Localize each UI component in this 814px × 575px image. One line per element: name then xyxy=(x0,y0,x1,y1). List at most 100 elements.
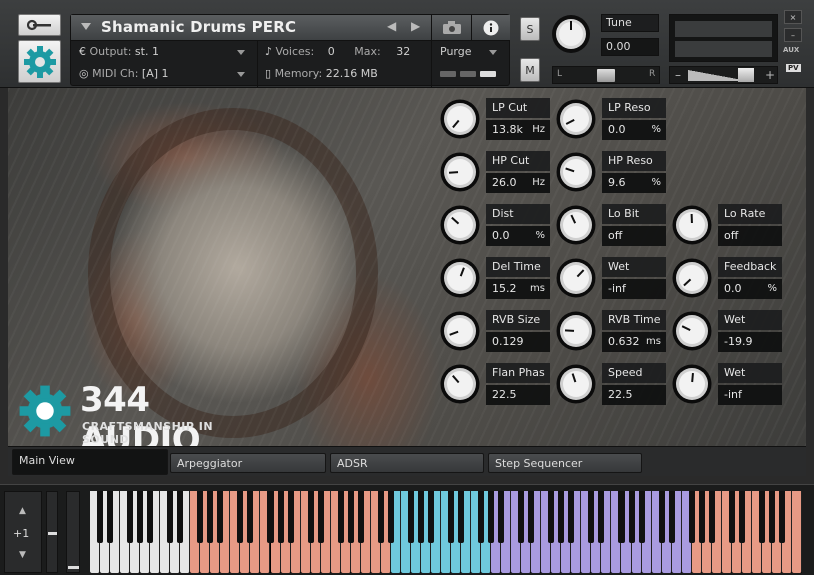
black-key[interactable] xyxy=(518,491,525,543)
octave-up-icon[interactable]: ▲ xyxy=(19,506,26,516)
black-key[interactable] xyxy=(407,491,414,543)
black-key[interactable] xyxy=(498,491,505,543)
black-key[interactable] xyxy=(337,491,344,543)
param-value-field[interactable]: 13.8k Hz xyxy=(486,120,550,140)
param-knob[interactable] xyxy=(556,258,596,298)
black-key[interactable] xyxy=(668,491,675,543)
volume-slider[interactable]: – + xyxy=(669,66,778,84)
black-key[interactable] xyxy=(167,491,174,543)
black-key[interactable] xyxy=(698,491,705,543)
param-knob[interactable] xyxy=(556,364,596,404)
param-value-field[interactable]: off xyxy=(718,226,782,246)
black-key[interactable] xyxy=(267,491,274,543)
black-key[interactable] xyxy=(417,491,424,543)
midi-dropdown-icon[interactable] xyxy=(237,72,245,77)
close-instrument-button[interactable]: × xyxy=(784,10,802,24)
black-key[interactable] xyxy=(207,491,214,543)
param-knob[interactable] xyxy=(440,152,480,192)
tab-main-view[interactable]: Main View xyxy=(12,449,168,475)
tab-step-sequencer[interactable]: Step Sequencer xyxy=(488,453,642,473)
volume-plus-icon[interactable]: + xyxy=(765,68,775,82)
pan-slider-handle[interactable] xyxy=(597,69,615,82)
instrument-options-button[interactable] xyxy=(18,14,61,36)
black-key[interactable] xyxy=(237,491,244,543)
param-knob[interactable] xyxy=(556,205,596,245)
snapshot-button[interactable] xyxy=(431,15,471,41)
info-button[interactable] xyxy=(471,15,510,41)
black-key[interactable] xyxy=(708,491,715,543)
black-key[interactable] xyxy=(588,491,595,543)
black-key[interactable] xyxy=(347,491,354,543)
purge-dropdown-icon[interactable] xyxy=(489,50,497,55)
black-key[interactable] xyxy=(277,491,284,543)
black-key[interactable] xyxy=(548,491,555,543)
minimize-instrument-button[interactable]: – xyxy=(784,28,802,42)
black-key[interactable] xyxy=(448,491,455,543)
purge-menu[interactable]: Purge xyxy=(440,45,472,58)
mod-wheel[interactable] xyxy=(66,491,80,573)
param-value-field[interactable]: 26.0 Hz xyxy=(486,173,550,193)
black-key[interactable] xyxy=(147,491,154,543)
param-knob[interactable] xyxy=(672,311,712,351)
black-key[interactable] xyxy=(247,491,254,543)
param-knob[interactable] xyxy=(440,364,480,404)
param-value-field[interactable]: 0.0% xyxy=(718,279,782,299)
black-key[interactable] xyxy=(197,491,204,543)
black-key[interactable] xyxy=(738,491,745,543)
black-key[interactable] xyxy=(107,491,114,543)
output-selector[interactable]: € Output: st. 1 xyxy=(79,45,159,58)
black-key[interactable] xyxy=(688,491,695,543)
instrument-edit-button[interactable] xyxy=(18,40,61,83)
black-key[interactable] xyxy=(728,491,735,543)
param-value-field[interactable]: -19.9 xyxy=(718,332,782,352)
tab-adsr[interactable]: ADSR xyxy=(330,453,484,473)
param-value-field[interactable]: -inf xyxy=(718,385,782,405)
black-key[interactable] xyxy=(127,491,134,543)
param-value-field[interactable]: 22.5 xyxy=(602,385,666,405)
black-key[interactable] xyxy=(357,491,364,543)
black-key[interactable] xyxy=(618,491,625,543)
black-key[interactable] xyxy=(287,491,294,543)
tab-arpeggiator[interactable]: Arpeggiator xyxy=(170,453,326,473)
black-key[interactable] xyxy=(177,491,184,543)
volume-minus-icon[interactable]: – xyxy=(675,68,681,82)
param-knob[interactable] xyxy=(440,258,480,298)
param-knob[interactable] xyxy=(556,152,596,192)
param-value-field[interactable]: 0.0% xyxy=(486,226,550,246)
pv-button[interactable]: PV xyxy=(786,64,801,72)
black-key[interactable] xyxy=(97,491,104,543)
black-key[interactable] xyxy=(137,491,144,543)
black-key[interactable] xyxy=(478,491,485,543)
mute-button[interactable]: M xyxy=(520,58,540,82)
black-key[interactable] xyxy=(778,491,785,543)
black-key[interactable] xyxy=(528,491,535,543)
black-key[interactable] xyxy=(217,491,224,543)
param-value-field[interactable]: -inf xyxy=(602,279,666,299)
output-dropdown-icon[interactable] xyxy=(237,50,245,55)
black-key[interactable] xyxy=(307,491,314,543)
instrument-name-row[interactable]: Shamanic Drums PERC ◀ ▶ xyxy=(71,15,431,41)
param-knob[interactable] xyxy=(440,311,480,351)
param-knob[interactable] xyxy=(556,311,596,351)
black-key[interactable] xyxy=(628,491,635,543)
tune-knob[interactable] xyxy=(551,14,591,54)
black-key[interactable] xyxy=(658,491,665,543)
param-value-field[interactable]: 15.2 ms xyxy=(486,279,550,299)
param-value-field[interactable]: off xyxy=(602,226,666,246)
param-value-field[interactable]: 0.0% xyxy=(602,120,666,140)
prev-instrument-icon[interactable]: ◀ xyxy=(387,19,396,33)
instrument-menu-arrow-icon[interactable] xyxy=(81,23,91,30)
black-key[interactable] xyxy=(427,491,434,543)
black-key[interactable] xyxy=(568,491,575,543)
black-key[interactable] xyxy=(558,491,565,543)
black-key[interactable] xyxy=(387,491,394,543)
param-knob[interactable] xyxy=(672,258,712,298)
black-key[interactable] xyxy=(488,491,495,543)
param-value-field[interactable]: 9.6% xyxy=(602,173,666,193)
aux-button[interactable]: AUX xyxy=(783,46,799,54)
black-key[interactable] xyxy=(598,491,605,543)
black-key[interactable] xyxy=(638,491,645,543)
param-knob[interactable] xyxy=(440,205,480,245)
param-value-field[interactable]: 0.129 xyxy=(486,332,550,352)
param-value-field[interactable]: 0.632 ms xyxy=(602,332,666,352)
